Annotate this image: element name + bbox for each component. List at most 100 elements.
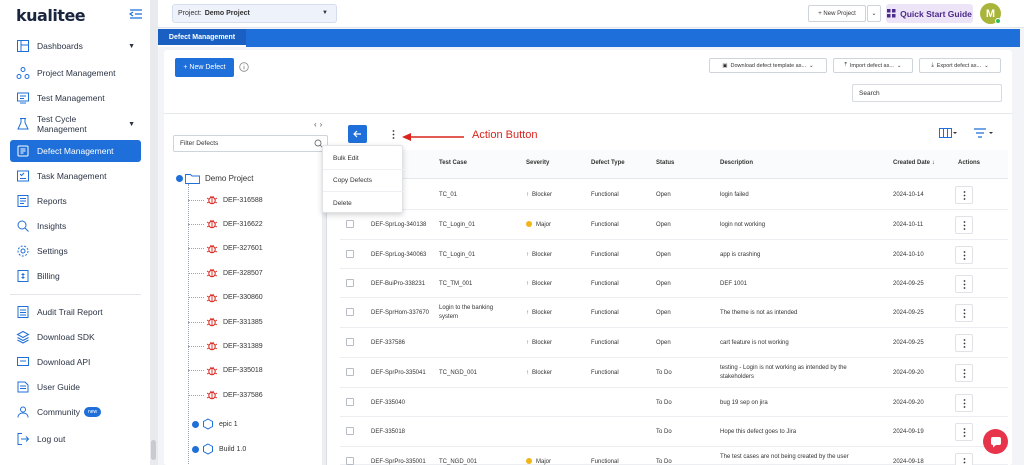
sidebar-item-billing[interactable]: Billing xyxy=(10,265,141,287)
export-defect-button[interactable]: ⤓ Export defect as... ⌄ xyxy=(919,58,1001,73)
row-actions-button[interactable] xyxy=(955,186,973,204)
sidebar-item-defect-management[interactable]: Defect Management xyxy=(10,140,141,162)
filter-defects-input[interactable]: Filter Defects xyxy=(173,135,328,152)
chevron-right-icon[interactable]: › xyxy=(320,120,326,129)
header-test-case[interactable]: Test Case xyxy=(439,160,467,166)
sidebar-item-community[interactable]: Community new xyxy=(10,401,141,423)
row-checkbox[interactable] xyxy=(346,368,354,376)
tree-item-epic[interactable]: epic 1 xyxy=(188,418,238,430)
import-defect-button[interactable]: ⤒ Import defect as... ⌄ xyxy=(833,58,913,73)
info-icon[interactable] xyxy=(239,62,249,72)
test-case-cell[interactable]: TC_TM_001 xyxy=(439,280,509,289)
row-actions-button[interactable] xyxy=(955,334,973,352)
table-row[interactable]: DEF-337586 ↑ Blocker Functional Open cart fea… xyxy=(340,328,1008,358)
collapse-sidebar-icon[interactable] xyxy=(129,8,143,20)
header-description[interactable]: Description xyxy=(720,160,753,166)
test-case-cell[interactable]: TC_01 xyxy=(439,191,509,200)
table-row[interactable]: DEF-SprLog-340063 TC_Login_01 ↑ Blocker Func… xyxy=(340,240,1008,269)
sidebar-item-user-guide[interactable]: User Guide xyxy=(10,376,141,398)
defect-id-cell[interactable]: DEF-337586 xyxy=(371,339,433,348)
table-row[interactable]: DEF-SprPro-335041 TC_NGD_001 ↑ Blocker Funct… xyxy=(340,358,1008,388)
tree-item-defect[interactable]: DEF-327601 xyxy=(188,243,263,255)
test-case-cell[interactable]: Login to the banking system xyxy=(439,304,509,322)
row-checkbox[interactable] xyxy=(346,457,354,465)
expand-dot-icon[interactable] xyxy=(176,175,183,182)
sidebar-item-download-api[interactable]: Download API xyxy=(10,351,141,373)
table-row[interactable]: DEF-335018 To Do Hope this defect goes to … xyxy=(340,417,1008,447)
sidebar-item-log-out[interactable]: Log out xyxy=(10,428,141,450)
sidebar-item-settings[interactable]: Settings xyxy=(10,240,141,262)
chat-button[interactable] xyxy=(983,429,1008,454)
tree-item-cube[interactable]: Build 1.0 xyxy=(188,443,246,455)
header-status[interactable]: Status xyxy=(656,160,674,166)
sidebar-item-audit-trail-report[interactable]: Audit Trail Report xyxy=(10,301,141,323)
table-row[interactable]: DEF-SprLog-340138 TC_Login_01 Major Functio… xyxy=(340,210,1008,240)
defect-id-cell[interactable]: DEF-335018 xyxy=(371,428,433,437)
row-actions-button[interactable] xyxy=(955,246,973,264)
row-checkbox[interactable] xyxy=(346,427,354,435)
filter-button[interactable] xyxy=(974,128,994,140)
project-select[interactable]: Project: Demo Project ▼ xyxy=(172,4,337,23)
defect-id-cell[interactable]: DEF-SprLog-340063 xyxy=(371,251,433,260)
table-row[interactable]: DEF-SprHom-337670 Login to the banking sy… xyxy=(340,298,1008,328)
row-checkbox[interactable] xyxy=(346,398,354,406)
new-defect-button[interactable]: + New Defect xyxy=(175,58,234,77)
tab-defect-management[interactable]: Defect Management xyxy=(158,29,246,47)
tree-item-defect[interactable]: DEF-316588 xyxy=(188,194,263,206)
tree-item-defect[interactable]: DEF-330860 xyxy=(188,292,263,304)
row-actions-button[interactable] xyxy=(955,364,973,382)
back-button[interactable] xyxy=(348,125,367,143)
new-project-button[interactable]: + New Project xyxy=(808,5,866,22)
menu-item-bulk-edit[interactable]: Bulk Edit xyxy=(323,148,404,170)
header-created-date[interactable]: Created Date ↓ xyxy=(893,160,935,166)
tree-item-defect[interactable]: DEF-316622 xyxy=(188,218,263,230)
defect-id-cell[interactable]: DEF-SprPro-335041 xyxy=(371,369,433,378)
expand-dot-icon[interactable] xyxy=(192,420,199,428)
table-row[interactable]: DEF-BuiPro-338231 TC_TM_001 ↑ Blocker Functi… xyxy=(340,269,1008,298)
column-view-button[interactable] xyxy=(939,128,957,140)
action-button[interactable] xyxy=(387,126,399,142)
tree-item-defect[interactable]: DEF-331389 xyxy=(188,340,263,352)
header-severity[interactable]: Severity xyxy=(526,160,549,166)
row-checkbox[interactable] xyxy=(346,279,354,287)
sidebar-item-download-sdk[interactable]: Download SDK xyxy=(10,326,141,348)
tree-item-defect[interactable]: DEF-328507 xyxy=(188,267,263,279)
sidebar-item-task-management[interactable]: Task Management xyxy=(10,165,141,187)
download-template-button[interactable]: ▣ Download defect template as... ⌄ xyxy=(709,58,827,73)
sidebar-item-test-cycle-management[interactable]: Test Cycle Management ▼ xyxy=(10,113,141,135)
row-actions-button[interactable] xyxy=(955,216,973,234)
expand-dot-icon[interactable] xyxy=(192,445,199,453)
test-case-cell[interactable]: TC_Login_01 xyxy=(439,221,509,230)
defect-id-cell[interactable]: DEF-SprLog-340138 xyxy=(371,221,433,230)
tree-root[interactable]: Demo Project xyxy=(176,173,253,184)
kualitee-logo[interactable]: kualitee xyxy=(16,6,86,25)
table-row[interactable]: DEF-SprPro-335001 TC_NGD_001 Major Function… xyxy=(340,447,1008,465)
tree-item-defect[interactable]: DEF-335018 xyxy=(188,365,263,377)
test-case-cell[interactable]: TC_Login_01 xyxy=(439,251,509,260)
menu-item-copy-defects[interactable]: Copy Defects xyxy=(323,170,404,192)
defect-id-cell[interactable]: DEF-SprHom-337670 xyxy=(371,309,433,318)
sidebar-item-reports[interactable]: Reports xyxy=(10,190,141,212)
sidebar-item-dashboards[interactable]: Dashboards ▼ xyxy=(10,35,141,57)
defect-id-cell[interactable]: DEF-BuiPro-338231 xyxy=(371,280,433,289)
sidebar-item-insights[interactable]: Insights xyxy=(10,215,141,237)
test-case-cell[interactable]: TC_NGD_001 xyxy=(439,369,509,378)
user-avatar[interactable]: M xyxy=(980,3,1001,24)
row-actions-button[interactable] xyxy=(955,423,973,441)
sidebar-item-test-management[interactable]: Test Management xyxy=(10,87,141,109)
row-checkbox[interactable] xyxy=(346,338,354,346)
header-defect-type[interactable]: Defect Type xyxy=(591,160,625,166)
row-actions-button[interactable] xyxy=(955,304,973,322)
table-row[interactable]: DEF-335040 To Do bug 19 sep on jira 2024-09… xyxy=(340,388,1008,417)
row-checkbox[interactable] xyxy=(346,250,354,258)
sidebar-item-project-management[interactable]: Project Management xyxy=(10,62,141,84)
row-actions-button[interactable] xyxy=(955,394,973,412)
row-checkbox[interactable] xyxy=(346,220,354,228)
sidebar-scrollbar[interactable] xyxy=(150,0,158,465)
new-project-menu-button[interactable]: ⌄ xyxy=(867,5,881,22)
row-actions-button[interactable] xyxy=(955,453,973,465)
menu-item-delete[interactable]: Delete xyxy=(323,192,404,214)
row-actions-button[interactable] xyxy=(955,275,973,293)
tree-item-defect[interactable]: DEF-337586 xyxy=(188,389,263,401)
tree-item-defect[interactable]: DEF-331385 xyxy=(188,316,263,328)
